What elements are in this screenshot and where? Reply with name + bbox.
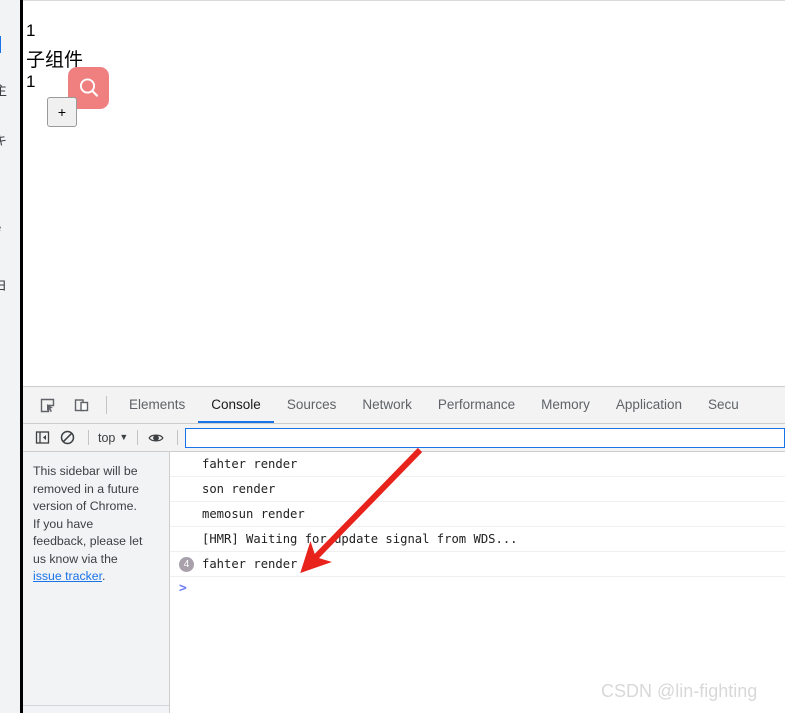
chevron-down-icon: ▼ <box>119 432 129 442</box>
filterbar-divider-3 <box>177 430 179 445</box>
tab-elements[interactable]: Elements <box>116 387 198 423</box>
increment-button[interactable]: + <box>47 97 77 127</box>
console-message-text: [HMR] Waiting for update signal from WDS… <box>202 532 518 546</box>
sidebar-deprecation-notice: This sidebar will be removed in a future… <box>23 452 169 596</box>
toolbar-divider <box>106 396 107 414</box>
console-message-text: memosun render <box>202 507 305 521</box>
csdn-watermark: CSDN @lin-fighting <box>601 681 758 701</box>
repeat-count-badge: 4 <box>179 556 194 572</box>
console-prompt-row[interactable]: > <box>170 577 785 599</box>
notice-line-4: If you have <box>33 516 94 531</box>
prompt-caret-icon: > <box>179 580 187 596</box>
sidebar-group-list: ▶ 9 messages ▶ <box>23 705 169 713</box>
tab-performance[interactable]: Performance <box>425 387 528 423</box>
context-selector-label: top <box>98 430 116 445</box>
tab-sources[interactable]: Sources <box>274 387 350 423</box>
filterbar-divider-2 <box>137 430 139 445</box>
notice-line-5: feedback, please let <box>33 534 143 548</box>
console-message-text: fahter render <box>202 557 298 571</box>
console-context-selector[interactable]: top ▼ <box>96 431 130 445</box>
sidebar-group-messages[interactable]: ▶ 9 messages <box>23 706 169 713</box>
filterbar-divider-1 <box>88 430 89 445</box>
devtools-tabbar: Elements Console Sources Network Perform… <box>23 387 785 424</box>
console-message-row[interactable]: son render <box>170 477 785 502</box>
tab-network[interactable]: Network <box>349 387 425 423</box>
console-message-row[interactable]: memosun render <box>170 502 785 527</box>
page-viewport: 1 子组件 1 + <box>23 0 785 386</box>
bookmark-fragment-4[interactable]: e <box>0 220 1 235</box>
devtools-panel: Elements Console Sources Network Perform… <box>23 386 785 713</box>
notice-line-2: removed in a future <box>33 481 139 496</box>
repeat-badge-slot: 4 <box>179 556 202 572</box>
clear-console-icon[interactable] <box>56 427 78 449</box>
console-message-list[interactable]: fahter render son render memosun render … <box>170 452 785 713</box>
console-message-row[interactable]: 4 fahter render <box>170 552 785 577</box>
window-left-edge <box>20 0 23 713</box>
device-toggle-icon[interactable] <box>67 391 95 419</box>
issue-tracker-link[interactable]: issue tracker <box>33 569 102 583</box>
console-message-text: fahter render <box>202 457 298 471</box>
console-filter-bar: top ▼ <box>23 424 785 452</box>
browser-chrome-strip: t 主 キ e ヨ <box>0 0 20 713</box>
tab-security[interactable]: Secu <box>695 387 752 423</box>
tab-memory[interactable]: Memory <box>528 387 603 423</box>
tab-application[interactable]: Application <box>603 387 695 423</box>
console-sidebar: This sidebar will be removed in a future… <box>23 452 170 713</box>
bookmark-fragment-5[interactable]: ヨ <box>0 275 7 294</box>
notice-line-3: version of Chrome. <box>33 499 137 513</box>
counter-value-top: 1 <box>26 21 36 40</box>
notice-line-1: This sidebar will be <box>33 464 138 478</box>
magnifier-icon <box>76 75 102 101</box>
counter-value-bottom: 1 <box>26 72 36 91</box>
console-filter-input[interactable] <box>185 427 785 448</box>
tab-console[interactable]: Console <box>198 387 274 423</box>
console-message-row[interactable]: [HMR] Waiting for update signal from WDS… <box>170 527 785 552</box>
console-message-row[interactable]: fahter render <box>170 452 785 477</box>
eye-icon[interactable] <box>145 427 167 449</box>
console-body: This sidebar will be removed in a future… <box>23 452 785 713</box>
notice-line-6: us know via the <box>33 551 118 566</box>
bookmark-fragment-1[interactable]: t <box>0 36 1 53</box>
console-message-text: son render <box>202 482 276 496</box>
inspect-cursor-icon[interactable] <box>33 391 61 419</box>
bookmark-fragment-3[interactable]: キ <box>0 130 7 149</box>
bookmark-fragment-2[interactable]: 主 <box>0 80 7 99</box>
sidebar-toggle-icon[interactable] <box>31 427 53 449</box>
notice-period: . <box>102 569 106 583</box>
